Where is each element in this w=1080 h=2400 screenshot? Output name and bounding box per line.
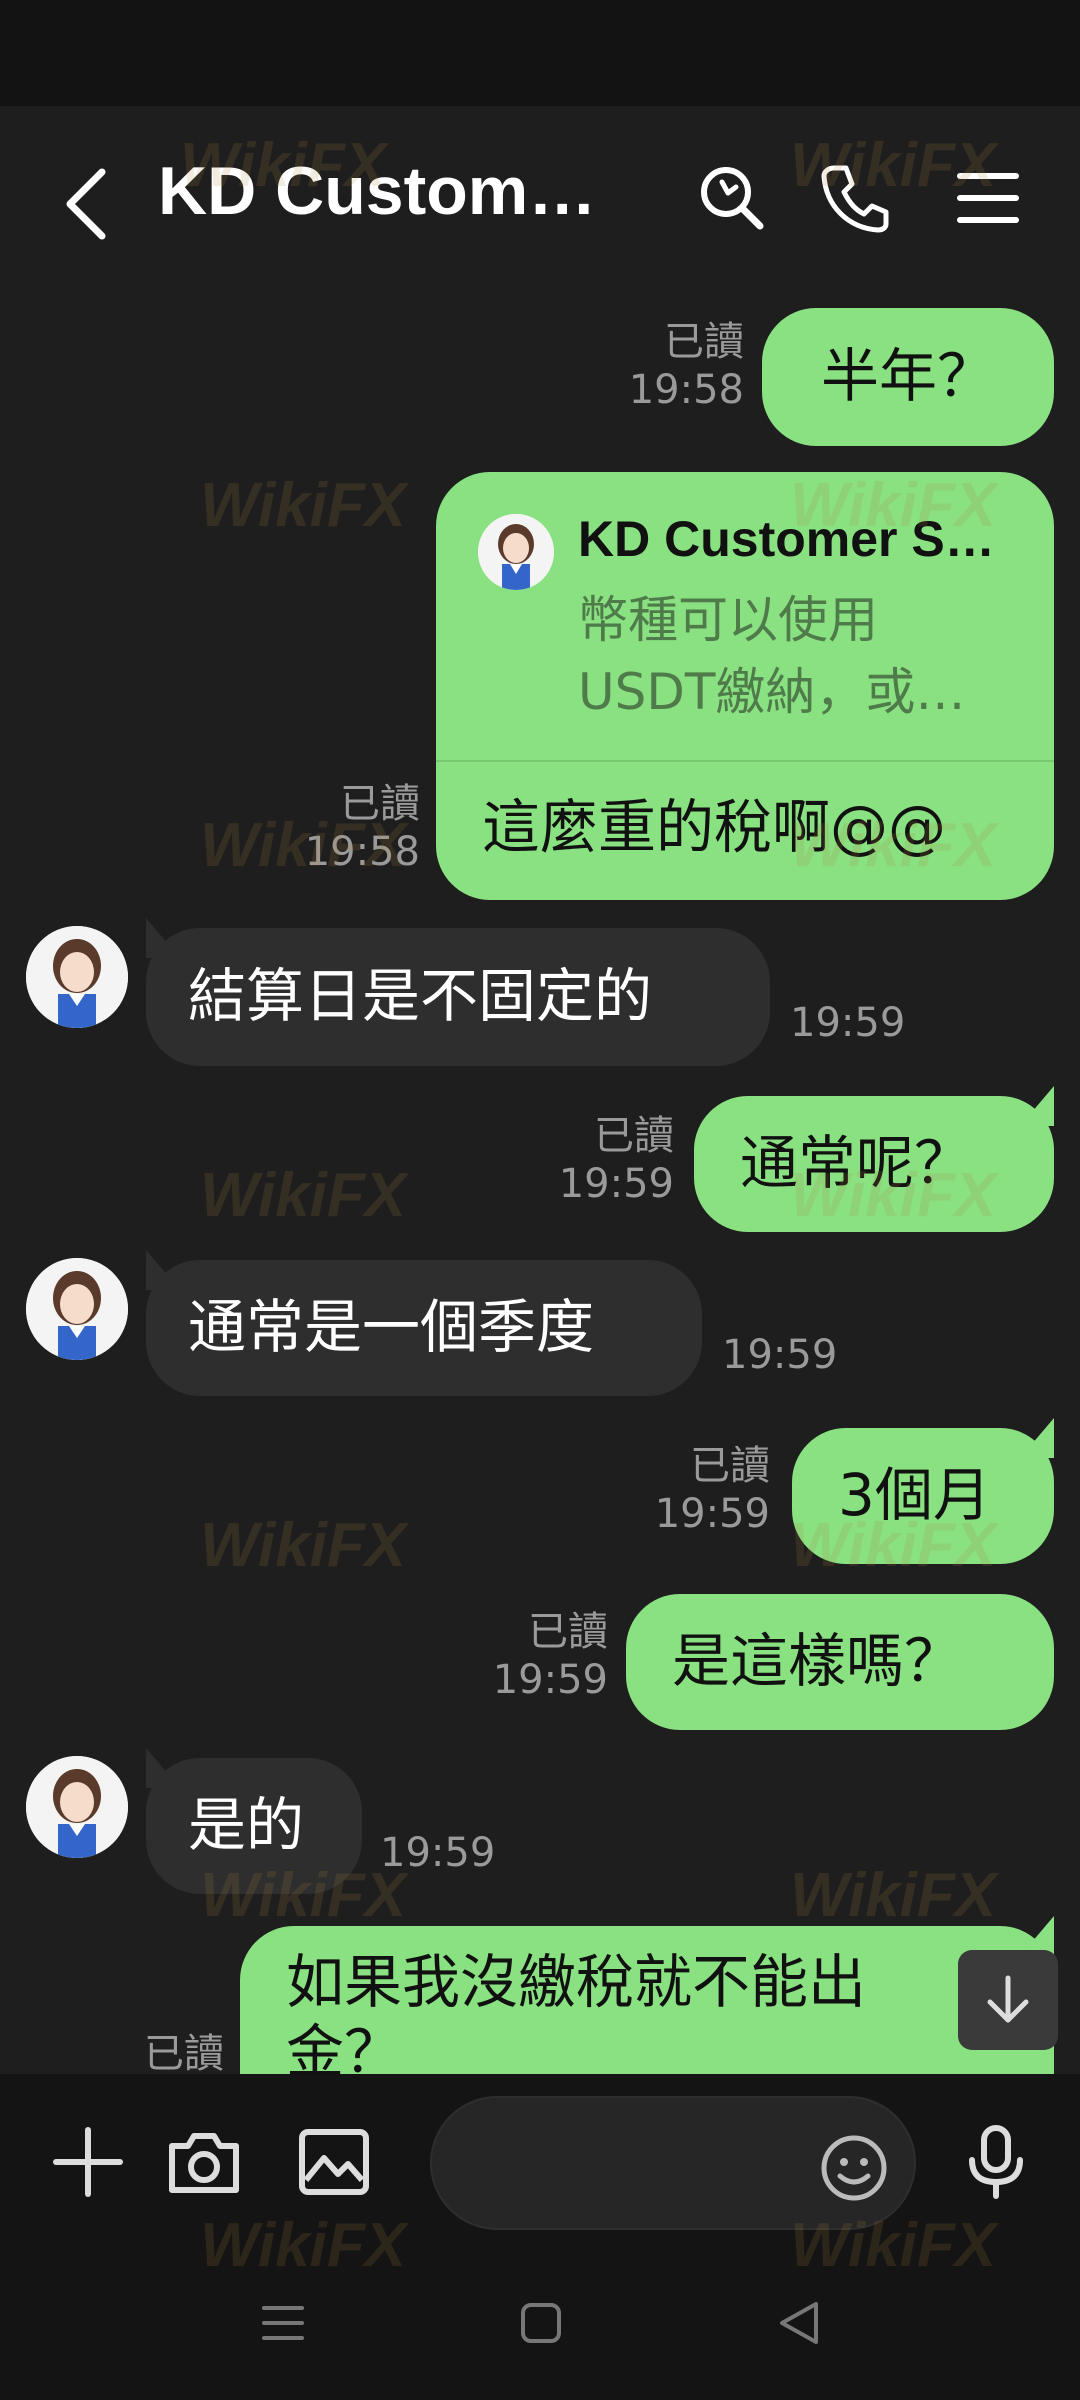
avatar-image: [478, 514, 554, 590]
message-time: 19:59: [558, 1161, 674, 1207]
message-text: 是的: [188, 1791, 305, 1860]
message-meta: 已讀: [120, 2030, 224, 2074]
read-receipt: 已讀: [690, 1443, 770, 1489]
recent-apps-icon[interactable]: [248, 2288, 318, 2358]
quoted-text: 幣種可以使用 USDT繳納，或…: [578, 584, 965, 728]
message-bubble-sent[interactable]: 通常呢？: [694, 1096, 1054, 1232]
message-text: 這麼重的稅啊@@: [482, 793, 947, 861]
message-meta: 已讀 19:58: [290, 780, 420, 876]
message-bubble-sent[interactable]: 半年？: [762, 308, 1054, 446]
read-receipt: 已讀: [594, 1113, 674, 1159]
message-time: 19:59: [654, 1491, 770, 1537]
message-time: 19:58: [304, 829, 420, 875]
message-time: 19:59: [380, 1830, 496, 1876]
image-icon[interactable]: [294, 2122, 374, 2202]
message-meta: 已讀 19:59: [540, 1112, 674, 1208]
avatar[interactable]: [26, 1258, 128, 1360]
message-meta: 已讀 19:59: [636, 1442, 770, 1538]
scroll-to-bottom-button[interactable]: [958, 1950, 1058, 2050]
avatar-image: [26, 926, 128, 1028]
message-meta: 已讀 19:59: [474, 1608, 608, 1704]
search-icon[interactable]: [696, 162, 768, 234]
avatar-image: [26, 1756, 128, 1858]
status-bar: [0, 0, 1080, 106]
read-receipt: 已讀: [664, 319, 744, 365]
quoted-text-line: 幣種可以使用: [578, 591, 878, 649]
message-text: 3個月: [838, 1461, 991, 1530]
back-nav-icon[interactable]: [764, 2288, 834, 2358]
message-text: 通常呢？: [740, 1129, 973, 1198]
system-navigation-bar: [0, 2248, 1080, 2400]
message-time: 19:59: [790, 1000, 906, 1046]
menu-icon[interactable]: [952, 162, 1024, 234]
message-text: 結算日是不固定的: [188, 962, 653, 1031]
message-text-line: 金？: [286, 2017, 403, 2074]
message-time: 19:59: [722, 1332, 838, 1378]
message-bubble-sent[interactable]: 3個月: [792, 1428, 1054, 1564]
camera-icon[interactable]: [164, 2122, 244, 2202]
microphone-icon[interactable]: [956, 2122, 1036, 2202]
read-receipt: 已讀: [528, 1609, 608, 1655]
plus-icon[interactable]: [48, 2122, 128, 2202]
emoji-icon[interactable]: [818, 2132, 890, 2204]
avatar[interactable]: [26, 1756, 128, 1858]
quoted-message[interactable]: KD Customer S… 幣種可以使用 USDT繳納，或…: [436, 472, 1054, 762]
message-text: 是這樣嗎？: [672, 1627, 963, 1696]
message-bubble-received[interactable]: 通常是一個季度: [146, 1260, 702, 1396]
message-time: 19:58: [628, 367, 744, 413]
chevron-left-icon[interactable]: [58, 164, 118, 244]
quoted-sender-name: KD Customer S…: [578, 511, 995, 567]
message-text: 半年？: [820, 342, 995, 411]
chat-header: KD Custom…: [0, 106, 1080, 292]
message-text: 如果我沒繳稅就不能出: [286, 1948, 867, 2016]
chat-title[interactable]: KD Custom…: [158, 152, 596, 230]
avatar[interactable]: [26, 926, 128, 1028]
reply-message-bubble[interactable]: KD Customer S… 幣種可以使用 USDT繳納，或… 這麼重的稅啊@@: [436, 472, 1054, 900]
message-bubble-sent[interactable]: 是這樣嗎？: [626, 1594, 1054, 1730]
message-text: 通常是一個季度: [188, 1293, 595, 1362]
home-icon[interactable]: [506, 2288, 576, 2358]
message-bubble-received[interactable]: 結算日是不固定的: [146, 928, 770, 1066]
quoted-text-line: USDT繳納，或…: [578, 663, 966, 721]
arrow-down-icon: [987, 1975, 1029, 2023]
avatar: [478, 514, 554, 590]
read-receipt: 已讀: [144, 2031, 224, 2074]
message-time: 19:59: [492, 1657, 608, 1703]
message-meta: 已讀 19:58: [610, 318, 744, 414]
message-list[interactable]: 已讀 19:58 半年？ 已讀 19:58 KD Customer S… 幣種可…: [0, 292, 1080, 2074]
message-bubble-sent[interactable]: 如果我沒繳稅就不能出 金？: [240, 1926, 1054, 2074]
message-input-bar: [0, 2074, 1080, 2248]
phone-icon[interactable]: [820, 162, 892, 234]
read-receipt: 已讀: [340, 781, 420, 827]
message-bubble-received[interactable]: 是的: [146, 1758, 362, 1894]
avatar-image: [26, 1258, 128, 1360]
